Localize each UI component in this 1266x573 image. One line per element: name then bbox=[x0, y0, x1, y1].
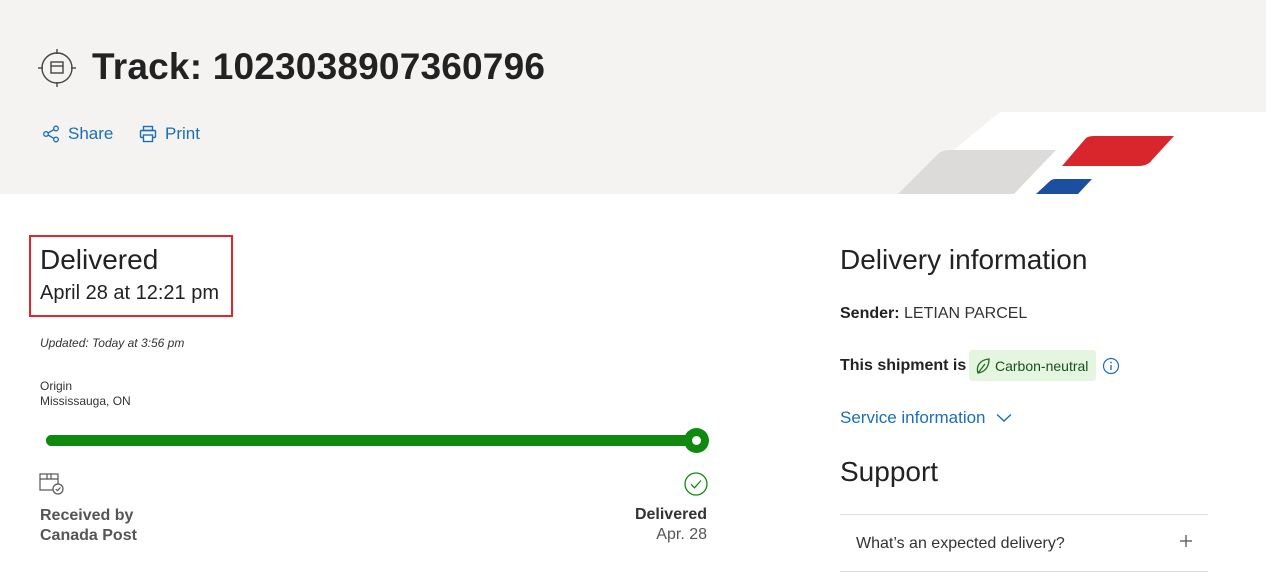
print-label: Print bbox=[165, 124, 200, 143]
milestone-received-line1: Received by bbox=[40, 507, 134, 524]
updated-timestamp: Updated: Today at 3:56 pm bbox=[40, 336, 185, 350]
brand-swoosh-graphic bbox=[898, 112, 1266, 194]
sender-value: LETIAN PARCEL bbox=[904, 305, 1028, 322]
chevron-down-icon bbox=[996, 413, 1011, 422]
delivery-status-title: Delivered bbox=[40, 244, 159, 275]
share-icon bbox=[43, 125, 59, 143]
origin-label: Origin bbox=[40, 379, 73, 393]
carbon-neutral-badge: Carbon-neutral bbox=[969, 350, 1097, 381]
shipment-label: This shipment is bbox=[840, 357, 967, 374]
parcel-icon bbox=[39, 473, 64, 495]
service-information-toggle[interactable]: Service information bbox=[840, 408, 1012, 428]
check-circle-icon bbox=[684, 472, 708, 496]
share-label: Share bbox=[68, 124, 114, 143]
origin-value: Mississauga, ON bbox=[40, 394, 131, 408]
plus-icon bbox=[1180, 535, 1192, 547]
delivery-status-date: April 28 at 12:21 pm bbox=[40, 282, 219, 304]
service-information-label: Service information bbox=[840, 408, 986, 427]
carbon-neutral-label: Carbon-neutral bbox=[995, 357, 1089, 374]
print-icon bbox=[139, 125, 157, 143]
leaf-icon bbox=[976, 357, 990, 374]
info-icon[interactable] bbox=[1102, 357, 1120, 375]
tracking-target-icon bbox=[38, 49, 76, 87]
share-button[interactable]: Share bbox=[42, 124, 113, 144]
milestone-delivered-date: Apr. 28 bbox=[656, 526, 707, 543]
sender-label: Sender: bbox=[840, 305, 900, 322]
faq-question: What’s an expected delivery? bbox=[856, 535, 1065, 552]
sender-row: Sender: LETIAN PARCEL bbox=[840, 305, 1027, 323]
progress-end-marker bbox=[684, 428, 709, 453]
page-header: Track: 1023038907360796 Share Print bbox=[0, 0, 1266, 194]
milestone-delivered-label: Delivered bbox=[634, 506, 707, 523]
print-button[interactable]: Print bbox=[139, 124, 200, 144]
milestone-received: Received by Canada Post bbox=[40, 506, 137, 546]
milestone-received-line2: Canada Post bbox=[40, 527, 137, 544]
delivery-progress-fill bbox=[46, 435, 698, 446]
faq-expected-delivery[interactable]: What’s an expected delivery? bbox=[840, 514, 1208, 572]
page-title: Track: 1023038907360796 bbox=[92, 46, 546, 87]
delivery-information-heading: Delivery information bbox=[840, 244, 1088, 275]
support-heading: Support bbox=[840, 456, 939, 487]
delivery-progress-bar bbox=[46, 435, 698, 446]
